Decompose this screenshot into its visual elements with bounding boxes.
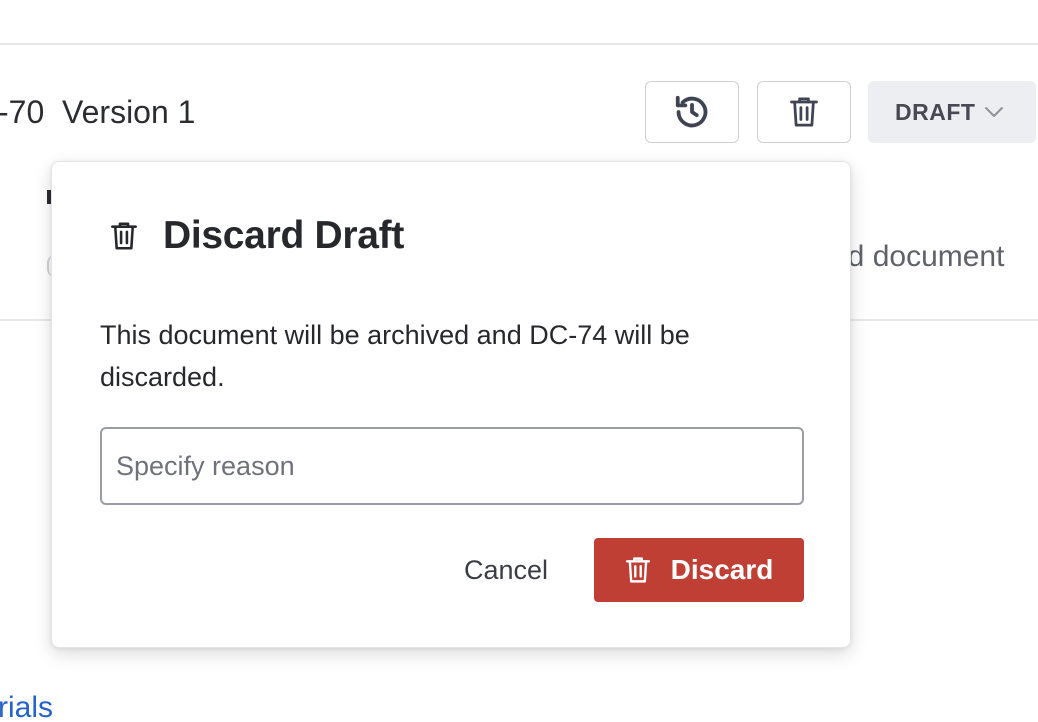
cancel-button[interactable]: Cancel <box>442 538 570 602</box>
background-link[interactable]: rials <box>0 688 53 722</box>
reason-input[interactable] <box>100 427 804 505</box>
discard-label: Discard <box>670 554 774 585</box>
dialog-message: This document will be archived and DC-74… <box>100 320 690 392</box>
status-dropdown[interactable]: DRAFT <box>868 81 1036 143</box>
status-label: DRAFT <box>895 98 976 125</box>
discard-draft-dialog: Discard Draft This document will be arch… <box>51 161 851 648</box>
chevron-down-icon <box>983 105 1005 119</box>
history-icon <box>673 93 711 131</box>
trash-icon <box>625 555 651 585</box>
dialog-title: Discard Draft <box>163 214 405 257</box>
trash-icon <box>110 220 138 252</box>
document-title: -70 Version 1 <box>0 94 196 130</box>
document-page: -70 Version 1 DRAFT ed document rials Di… <box>0 0 1038 722</box>
delete-button[interactable] <box>757 81 851 143</box>
dialog-header: Discard Draft <box>110 212 404 260</box>
background-document-text: ed document <box>831 240 1005 273</box>
discard-button[interactable]: Discard <box>594 538 804 602</box>
trash-icon <box>789 95 819 129</box>
header-divider <box>0 43 1038 45</box>
version-history-button[interactable] <box>645 81 739 143</box>
